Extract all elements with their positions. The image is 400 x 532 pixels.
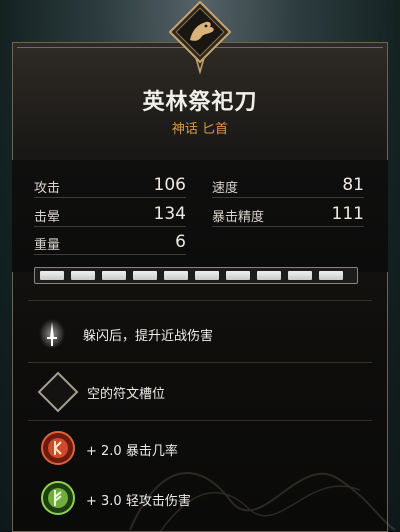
stat-label: 攻击 <box>34 181 61 196</box>
upgrade-slot <box>40 271 64 280</box>
dagger-rune-icon <box>39 319 65 349</box>
upgrade-slot <box>257 271 281 280</box>
stat-divider <box>34 226 186 227</box>
upgrade-slot <box>319 271 343 280</box>
stat-label: 击晕 <box>34 210 61 225</box>
stat-crit-precision: 暴击精度 111 <box>212 204 364 225</box>
perk-text: 躲闪后，提升近战伤害 <box>83 329 214 344</box>
stat-value: 111 <box>331 204 364 224</box>
stat-divider <box>212 197 364 198</box>
raven-emblem-icon <box>168 0 232 75</box>
stat-label: 速度 <box>212 181 239 196</box>
upgrade-level-bar <box>34 267 358 284</box>
light-attack-rune-icon <box>41 481 75 515</box>
stat-divider <box>212 226 364 227</box>
stat-divider <box>34 197 186 198</box>
crit-rune-icon <box>41 431 75 465</box>
upgrade-slot <box>164 271 188 280</box>
stat-weight: 重量 6 <box>34 232 186 253</box>
stat-value: 106 <box>153 175 186 195</box>
upgrade-slot <box>288 271 312 280</box>
stat-attack: 攻击 106 <box>34 175 186 196</box>
item-name: 英林祭祀刀 <box>142 90 258 115</box>
section-divider <box>28 420 372 421</box>
stat-speed: 速度 81 <box>212 175 364 196</box>
section-divider <box>28 362 372 363</box>
stat-value: 81 <box>342 175 364 195</box>
stat-label: 暴击精度 <box>212 210 265 225</box>
stat-value: 134 <box>153 204 186 224</box>
upgrade-slot <box>102 271 126 280</box>
item-rarity-type: 神话 匕首 <box>171 122 229 137</box>
empty-diamond-slot-icon[interactable] <box>36 370 80 414</box>
stat-value: 6 <box>175 232 186 252</box>
stat-label: 重量 <box>34 238 61 253</box>
knotwork-decoration <box>129 472 396 532</box>
upgrade-slot <box>133 271 157 280</box>
stat-divider <box>34 254 186 255</box>
stat-stun: 击晕 134 <box>34 204 186 225</box>
upgrade-slot <box>195 271 219 280</box>
upgrade-slot <box>226 271 250 280</box>
section-divider <box>28 300 372 301</box>
rune-slot-text: 空的符文槽位 <box>87 387 166 402</box>
upgrade-slot <box>71 271 95 280</box>
